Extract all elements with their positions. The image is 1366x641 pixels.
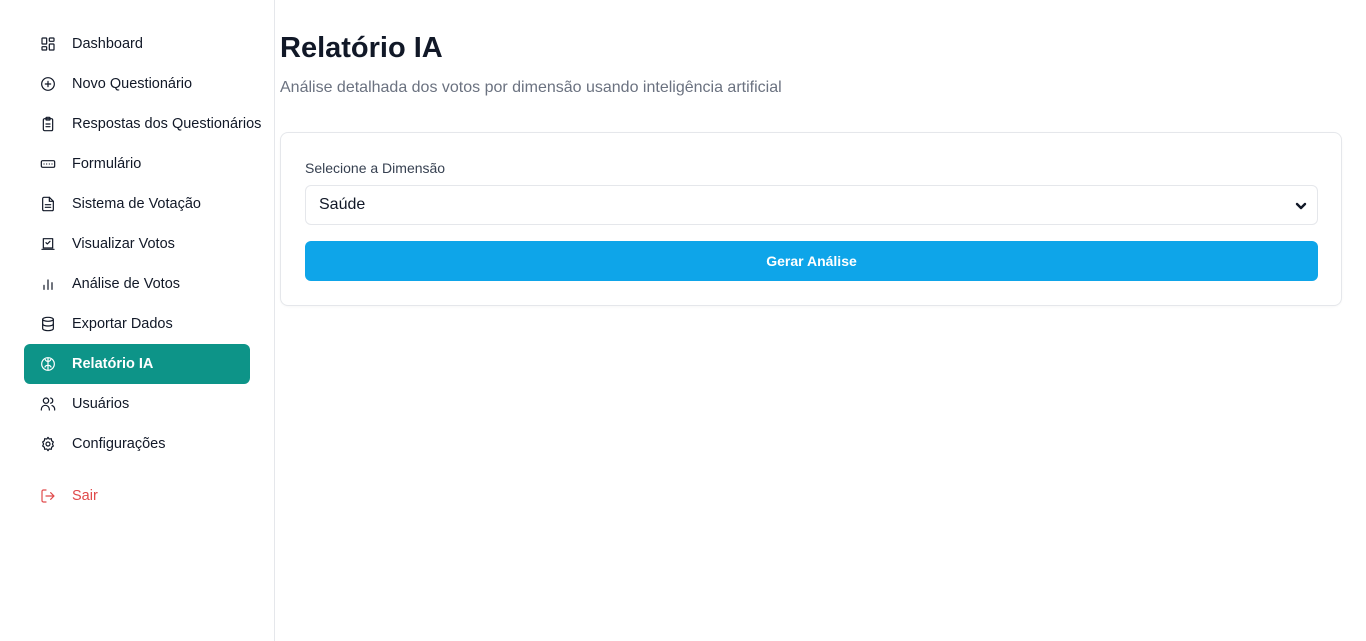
sidebar-item-label: Análise de Votos — [72, 276, 181, 292]
sidebar-item-sistema-votacao[interactable]: Sistema de Votação — [24, 184, 250, 224]
sidebar-item-label: Formulário — [72, 156, 142, 172]
plus-circle-icon — [39, 75, 57, 93]
users-icon — [39, 395, 57, 413]
file-text-icon — [39, 195, 57, 213]
dimension-select-value: Saúde — [319, 196, 366, 213]
sidebar-item-label: Dashboard — [72, 36, 143, 52]
sidebar-nav: Dashboard Novo Questionário Respostas do… — [24, 24, 261, 516]
logout-button[interactable]: Sair — [24, 476, 250, 516]
gear-icon — [39, 435, 57, 453]
chevron-down-icon — [1295, 199, 1307, 211]
sidebar-item-exportar-dados[interactable]: Exportar Dados — [24, 304, 250, 344]
sidebar-item-label: Respostas dos Questionários — [72, 116, 262, 132]
page-subtitle: Análise detalhada dos votos por dimensão… — [280, 79, 782, 96]
sidebar-item-relatorio-ia[interactable]: Relatório IA — [24, 344, 250, 384]
page-title: Relatório IA — [280, 32, 443, 64]
dashboard-icon — [39, 35, 57, 53]
logout-icon — [39, 487, 57, 505]
sidebar-item-usuarios[interactable]: Usuários — [24, 384, 250, 424]
sidebar-item-analise-votos[interactable]: Análise de Votos — [24, 264, 250, 304]
brain-icon — [39, 355, 57, 373]
sidebar-item-label: Relatório IA — [72, 356, 154, 372]
sidebar-item-visualizar-votos[interactable]: Visualizar Votos — [24, 224, 250, 264]
sidebar-item-respostas[interactable]: Respostas dos Questionários — [24, 104, 261, 144]
bar-chart-icon — [39, 275, 57, 293]
dimension-select[interactable]: Saúde — [305, 185, 1318, 225]
vote-icon — [39, 235, 57, 253]
sidebar-item-label: Exportar Dados — [72, 316, 173, 332]
analysis-card: Selecione a Dimensão Saúde Gerar Análise — [280, 132, 1342, 306]
sidebar-item-label: Novo Questionário — [72, 76, 193, 92]
clipboard-icon — [39, 115, 57, 133]
sidebar-item-novo-questionario[interactable]: Novo Questionário — [24, 64, 250, 104]
database-icon — [39, 315, 57, 333]
logout-label: Sair — [72, 488, 98, 504]
generate-analysis-button[interactable]: Gerar Análise — [305, 241, 1318, 281]
sidebar-item-label: Visualizar Votos — [72, 236, 175, 252]
sidebar: Dashboard Novo Questionário Respostas do… — [0, 0, 275, 641]
sidebar-item-label: Configurações — [72, 436, 166, 452]
sidebar-item-formulario[interactable]: Formulário — [24, 144, 250, 184]
sidebar-item-configuracoes[interactable]: Configurações — [24, 424, 250, 464]
form-icon — [39, 155, 57, 173]
sidebar-item-label: Sistema de Votação — [72, 196, 201, 212]
dimension-label: Selecione a Dimensão — [305, 160, 446, 176]
sidebar-item-dashboard[interactable]: Dashboard — [24, 24, 250, 64]
sidebar-item-label: Usuários — [72, 396, 130, 412]
